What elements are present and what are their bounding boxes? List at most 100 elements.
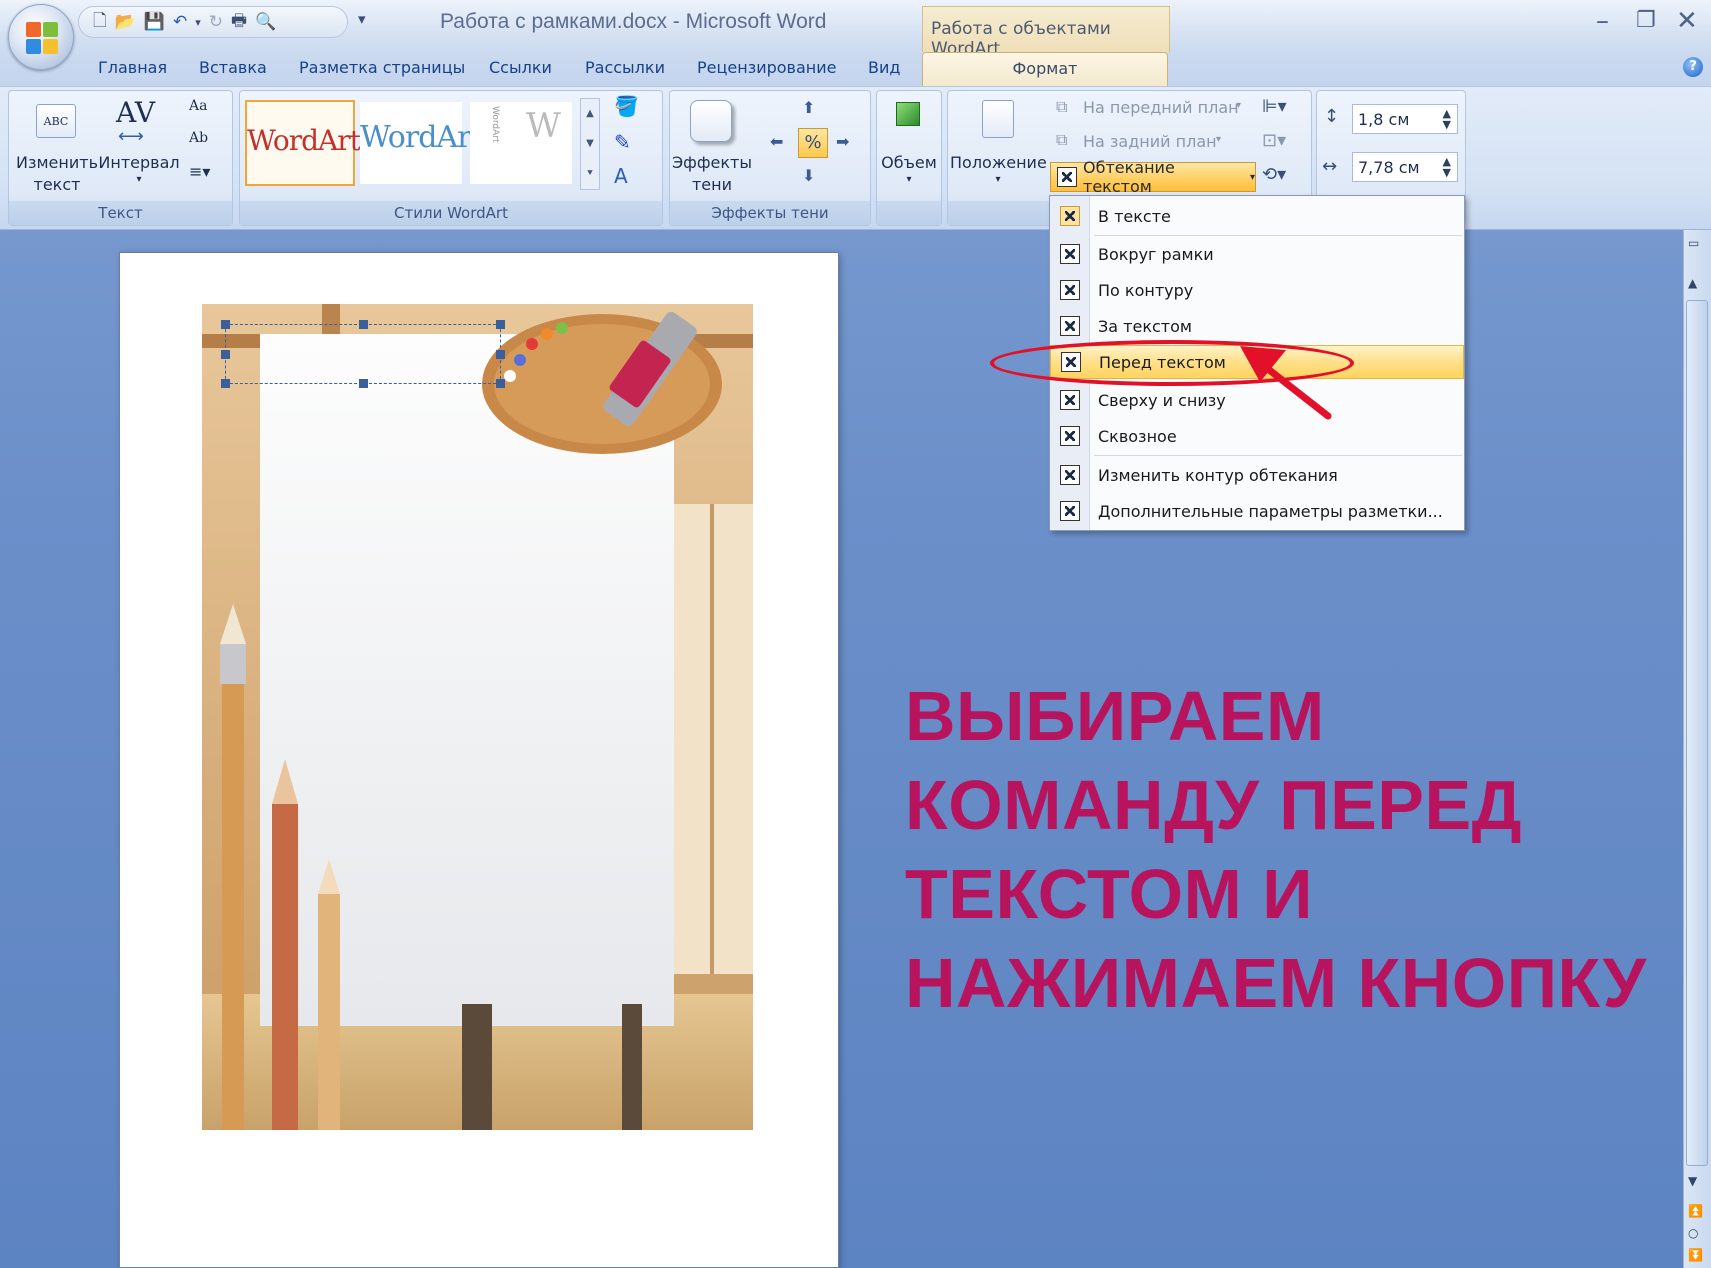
menu-item-label: Сверху и снизу <box>1098 390 1226 410</box>
tab-mailings[interactable]: Рассылки <box>585 58 665 77</box>
same-height-letters-icon[interactable]: Aa <box>189 98 207 114</box>
nudge-right-icon[interactable]: ➡ <box>836 132 849 151</box>
menu-separator <box>1094 235 1462 236</box>
height-input[interactable]: 1,8 см ▲ ▼ <box>1352 104 1458 134</box>
frame-image[interactable] <box>202 304 753 1130</box>
resize-handle-t[interactable] <box>359 320 368 329</box>
width-value: 7,78 см <box>1358 158 1420 177</box>
caption-line-4: НАЖИМАЕМ КНОПКУ <box>905 944 1647 1022</box>
width-input[interactable]: 7,78 см ▲ ▼ <box>1352 152 1458 182</box>
save-icon[interactable]: 💾 <box>144 12 165 32</box>
text-outline-icon[interactable]: ✎ <box>614 130 631 154</box>
edit-text-label-2: текст <box>33 175 81 194</box>
scroll-up-icon[interactable]: ▲ <box>1688 276 1697 290</box>
restore-icon[interactable]: ❐ <box>1636 8 1656 33</box>
spacing-button[interactable]: Интервал ▾ <box>98 152 180 186</box>
edit-text-button[interactable]: Изменить текст <box>14 152 100 196</box>
top-bottom-wrap-icon <box>1060 390 1080 410</box>
height-spinner-icon[interactable]: ▲ ▼ <box>1443 108 1451 130</box>
width-icon: ↔ <box>1322 156 1338 177</box>
nudge-down-icon[interactable]: ⬇ <box>802 166 815 185</box>
open-folder-icon[interactable]: 📂 <box>115 12 136 32</box>
wordart-style-2[interactable]: WordArt <box>360 102 482 184</box>
wordart-styles-label: Стили WordArt <box>240 201 662 225</box>
resize-handle-tl[interactable] <box>221 320 230 329</box>
tab-references[interactable]: Ссылки <box>489 58 552 77</box>
rotate-icon[interactable]: ⟲▾ <box>1262 164 1286 185</box>
tight-wrap-icon <box>1060 280 1080 300</box>
close-icon[interactable]: ✕ <box>1676 6 1698 36</box>
customize-toolbar-icon[interactable]: ▾ <box>358 10 366 28</box>
new-document-icon[interactable]: 🗋 <box>93 8 107 37</box>
text-wrap-icon <box>1057 167 1077 187</box>
width-spinner-icon[interactable]: ▲ ▼ <box>1443 156 1451 178</box>
vertical-text-icon[interactable]: Ab <box>189 130 208 146</box>
print-icon[interactable]: 🖶 <box>231 8 247 37</box>
align-icon[interactable]: ⊫▾ <box>1262 96 1287 117</box>
tab-review[interactable]: Рецензирование <box>697 58 836 77</box>
next-page-icon[interactable]: ⏬ <box>1688 1248 1703 1262</box>
tab-format[interactable]: Формат <box>922 52 1168 86</box>
edit-text-label-1: Изменить <box>16 153 98 172</box>
align-text-icon[interactable]: ≡▾ <box>189 162 210 181</box>
text-fill-icon[interactable]: 🪣 <box>614 94 639 118</box>
caption-line-3: ТЕКСТОМ И <box>905 855 1314 933</box>
context-tab-group-label: Работа с объектами WordArt <box>922 6 1170 59</box>
tab-view[interactable]: Вид <box>868 58 900 77</box>
wordart-gallery-scroll[interactable]: ▲ ▼ ⯆ <box>580 98 600 190</box>
text-wrap-button[interactable]: Обтекание текстом ▾ <box>1050 158 1256 196</box>
undo-icon[interactable]: ↶ <box>173 12 187 32</box>
3d-effects-label: Объем <box>881 153 937 172</box>
tab-home[interactable]: Главная <box>98 58 167 77</box>
text-effects-icon[interactable]: A <box>614 164 628 188</box>
ruler-toggle-icon[interactable]: ▭ <box>1688 236 1699 250</box>
menu-item-edit-wrap-points[interactable]: Изменить контур обтекания <box>1050 458 1464 492</box>
undo-dropdown-icon[interactable]: ▾ <box>195 16 201 29</box>
resize-handle-tr[interactable] <box>496 320 505 329</box>
nudge-up-icon[interactable]: ⬆ <box>802 98 815 117</box>
resize-handle-br[interactable] <box>496 379 505 388</box>
height-icon: ↕ <box>1324 106 1340 127</box>
minimize-icon[interactable]: – <box>1596 6 1609 36</box>
previous-page-icon[interactable]: ⏫ <box>1688 1204 1703 1218</box>
scroll-down-icon[interactable]: ▼ <box>1688 1174 1697 1188</box>
send-back-button[interactable]: На задний план <box>1083 132 1217 151</box>
menu-item-through[interactable]: Сквозное <box>1050 419 1464 453</box>
position-icon <box>982 100 1014 138</box>
shadow-effects-label: Эффекты тени <box>670 201 870 225</box>
tab-page-layout[interactable]: Разметка страницы <box>299 58 465 77</box>
menu-item-more-layout-options[interactable]: Дополнительные параметры разметки... <box>1050 494 1464 528</box>
shadow-effects-button[interactable]: Эффекты тени <box>672 152 752 196</box>
3d-effects-button[interactable]: Объем ▾ <box>874 152 944 186</box>
3d-effects-dropdown-icon: ▾ <box>906 174 912 185</box>
shadow-toggle-icon[interactable]: % <box>798 128 828 158</box>
group-objects-icon[interactable]: ⊡▾ <box>1262 130 1286 151</box>
edit-wrap-points-icon <box>1060 465 1080 485</box>
resize-handle-l[interactable] <box>221 350 230 359</box>
tab-insert[interactable]: Вставка <box>199 58 267 77</box>
3d-effects-label-bar <box>877 201 941 225</box>
resize-handle-r[interactable] <box>496 350 505 359</box>
browse-object-icon[interactable]: ○ <box>1688 1226 1698 1240</box>
nudge-left-icon[interactable]: ⬅ <box>770 132 783 151</box>
w-sample-icon: W <box>526 106 561 146</box>
menu-item-inline[interactable]: В тексте <box>1050 199 1464 233</box>
wordart-selection-box[interactable] <box>221 320 505 388</box>
resize-handle-bl[interactable] <box>221 379 230 388</box>
menu-item-tight[interactable]: По контуру <box>1050 273 1464 307</box>
spacing-label: Интервал <box>98 153 180 172</box>
wordart-style-1[interactable]: WordArt <box>245 100 361 186</box>
help-icon[interactable]: ? <box>1683 57 1703 77</box>
bring-front-button[interactable]: На передний план <box>1083 98 1239 117</box>
menu-item-behind-text[interactable]: За текстом <box>1050 309 1464 343</box>
window-title: Работа с рамками.docx - Microsoft Word <box>440 10 827 33</box>
menu-item-square[interactable]: Вокруг рамки <box>1050 237 1464 271</box>
print-preview-icon[interactable]: 🔍 <box>255 12 276 32</box>
resize-handle-b[interactable] <box>359 379 368 388</box>
office-button[interactable] <box>8 4 74 70</box>
wordart-style-3[interactable]: WordArt W <box>470 102 572 184</box>
position-button[interactable]: Положение ▾ <box>950 152 1047 186</box>
redo-icon[interactable]: ↻ <box>209 12 223 32</box>
bring-front-icon: ⧉ <box>1056 97 1068 116</box>
edit-text-icon: ABC <box>36 104 76 138</box>
